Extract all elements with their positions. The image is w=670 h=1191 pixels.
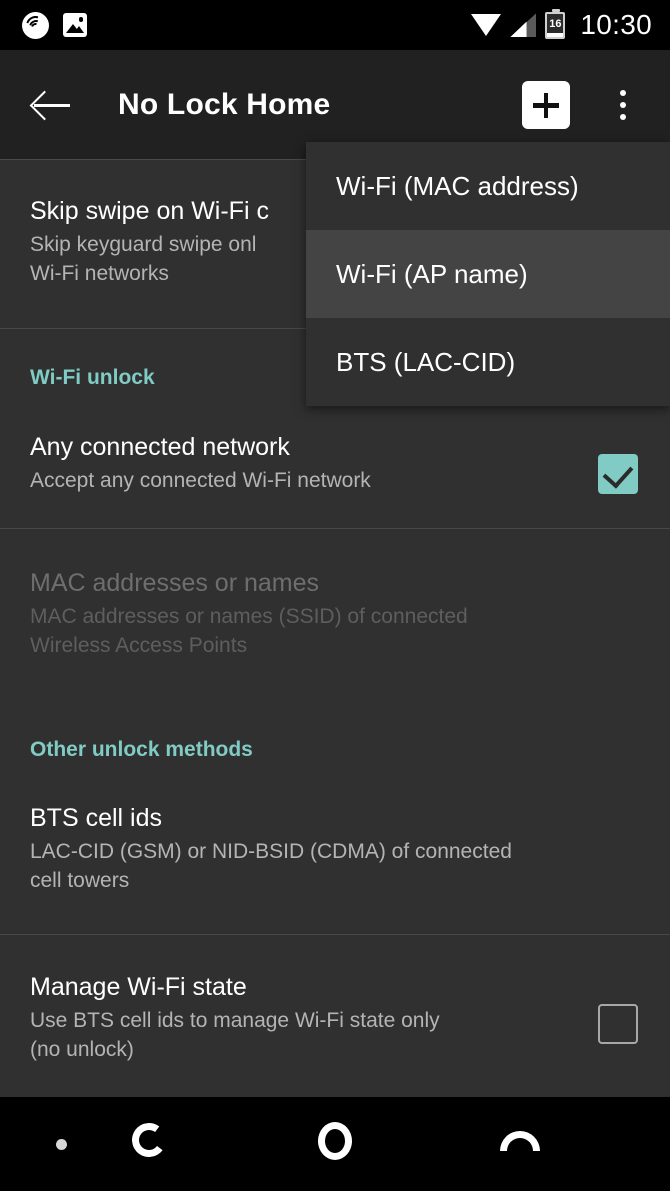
- any-connected-network-title: Any connected network: [30, 433, 290, 461]
- menu-item-wifi-mac-address[interactable]: Wi-Fi (MAC address): [306, 142, 670, 230]
- manage-wifi-state-checkbox[interactable]: [598, 1004, 638, 1044]
- menu-item-bts-lac-cid[interactable]: BTS (LAC-CID): [306, 318, 670, 406]
- section-header-other-unlock: Other unlock methods: [30, 738, 253, 761]
- status-bar-system-icons: 16 10:30: [471, 8, 670, 41]
- phone-screen: 16 10:30 No Lock Home Skip swipe on Wi-F…: [0, 0, 670, 1191]
- mac-addresses-summary-line2: Wireless Access Points: [30, 634, 248, 657]
- spotify-icon: [22, 11, 49, 39]
- menu-item-wifi-ap-name[interactable]: Wi-Fi (AP name): [306, 230, 670, 318]
- manage-wifi-state-title: Manage Wi-Fi state: [30, 973, 247, 1001]
- bts-cell-ids-title: BTS cell ids: [30, 804, 162, 832]
- back-arrow-icon[interactable]: [24, 77, 80, 133]
- battery-level: 16: [549, 17, 562, 30]
- divider: [0, 528, 670, 529]
- menu-item-label: Wi-Fi (MAC address): [336, 170, 579, 201]
- photo-icon: [63, 13, 87, 37]
- list-item-any-connected-network[interactable]: Any connected network Accept any connect…: [0, 432, 670, 495]
- battery-icon: 16: [545, 8, 566, 39]
- page-title: No Lock Home: [118, 88, 331, 121]
- back-nav-icon[interactable]: [129, 1120, 169, 1160]
- status-bar-notifications: [0, 11, 87, 39]
- navigation-bar: [0, 1097, 670, 1191]
- manage-wifi-state-summary-line1: Use BTS cell ids to manage Wi-Fi state o…: [30, 1009, 440, 1032]
- status-bar: 16 10:30: [0, 0, 670, 50]
- divider: [0, 934, 670, 935]
- home-nav-icon[interactable]: [318, 1122, 352, 1160]
- overflow-popup-menu: Wi-Fi (MAC address) Wi-Fi (AP name) BTS …: [306, 142, 670, 406]
- recents-nav-icon[interactable]: [500, 1131, 540, 1151]
- status-bar-clock: 10:30: [580, 9, 652, 40]
- mac-addresses-summary-line1: MAC addresses or names (SSID) of connect…: [30, 605, 468, 628]
- any-connected-network-checkbox[interactable]: [598, 454, 638, 494]
- mac-addresses-title: MAC addresses or names: [30, 569, 320, 597]
- cell-signal-icon: [510, 13, 537, 37]
- section-header-wifi-unlock: Wi-Fi unlock: [30, 366, 155, 389]
- overflow-menu-icon[interactable]: [598, 90, 648, 120]
- menu-item-label: BTS (LAC-CID): [336, 346, 516, 377]
- bts-cell-ids-summary-line1: LAC-CID (GSM) or NID-BSID (CDMA) of conn…: [30, 840, 512, 863]
- list-item-mac-addresses: MAC addresses or names MAC addresses or …: [0, 568, 670, 660]
- wifi-icon: [471, 14, 502, 36]
- menu-item-label: Wi-Fi (AP name): [336, 258, 528, 289]
- add-button[interactable]: [522, 81, 570, 129]
- bts-cell-ids-summary-line2: cell towers: [30, 869, 130, 892]
- list-item-bts-cell-ids[interactable]: BTS cell ids LAC-CID (GSM) or NID-BSID (…: [0, 803, 670, 895]
- manage-wifi-state-summary-line2: (no unlock): [30, 1038, 134, 1061]
- list-item-manage-wifi-state[interactable]: Manage Wi-Fi state Use BTS cell ids to m…: [0, 972, 670, 1064]
- any-connected-network-summary: Accept any connected Wi-Fi network: [30, 469, 371, 492]
- nav-indicator-dot-icon: [56, 1139, 67, 1150]
